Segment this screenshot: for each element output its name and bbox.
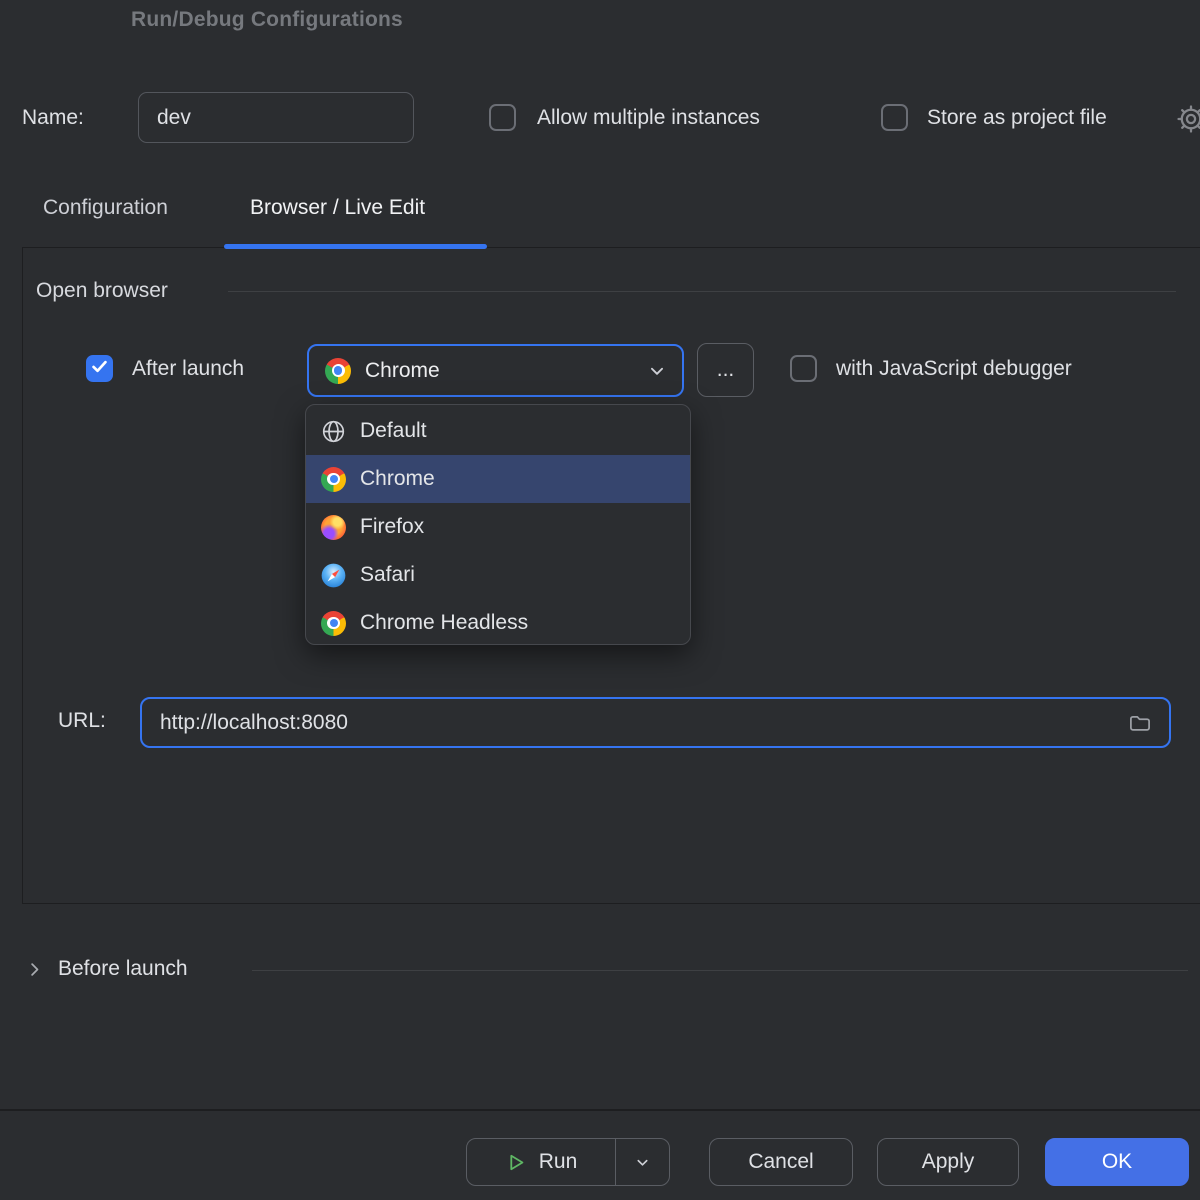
- name-label: Name:: [22, 106, 84, 130]
- after-launch-label[interactable]: After launch: [132, 357, 244, 381]
- run-button-label: Run: [539, 1150, 578, 1174]
- after-launch-checkbox[interactable]: [86, 355, 113, 382]
- run-split-button[interactable]: Run: [466, 1138, 670, 1186]
- url-label: URL:: [58, 709, 106, 733]
- safari-icon: [321, 563, 346, 588]
- dropdown-option-label: Chrome Headless: [360, 611, 528, 635]
- globe-icon: [321, 419, 346, 444]
- tab-browser-live-edit[interactable]: Browser / Live Edit: [250, 196, 425, 220]
- store-as-project-file-label[interactable]: Store as project file: [927, 106, 1107, 130]
- allow-multiple-instances-checkbox[interactable]: [489, 104, 516, 131]
- firefox-icon: [321, 515, 346, 540]
- run-button[interactable]: Run: [467, 1139, 615, 1185]
- play-icon: [505, 1152, 526, 1173]
- url-input[interactable]: [160, 711, 1127, 735]
- dialog-title: Run/Debug Configurations: [131, 8, 403, 32]
- active-tab-underline: [224, 244, 487, 249]
- gear-icon[interactable]: [1174, 102, 1200, 136]
- js-debugger-checkbox[interactable]: [790, 355, 817, 382]
- chevron-right-icon[interactable]: [25, 960, 44, 984]
- checkmark-icon: [90, 357, 109, 381]
- store-as-project-file-checkbox[interactable]: [881, 104, 908, 131]
- before-launch-divider: [252, 970, 1188, 971]
- chrome-icon: [321, 611, 346, 636]
- browser-select[interactable]: Chrome: [307, 344, 684, 397]
- tab-configuration[interactable]: Configuration: [43, 196, 168, 220]
- dropdown-option-label: Chrome: [360, 467, 435, 491]
- chrome-icon: [325, 358, 351, 384]
- dropdown-option-label: Safari: [360, 563, 415, 587]
- apply-button[interactable]: Apply: [877, 1138, 1019, 1186]
- name-input[interactable]: [138, 92, 414, 143]
- dropdown-option-firefox[interactable]: Firefox: [306, 503, 690, 551]
- dropdown-option-chrome-headless[interactable]: Chrome Headless: [306, 599, 690, 645]
- chrome-icon: [321, 467, 346, 492]
- dropdown-option-chrome[interactable]: Chrome: [306, 455, 690, 503]
- dropdown-option-safari[interactable]: Safari: [306, 551, 690, 599]
- ok-button[interactable]: OK: [1045, 1138, 1189, 1186]
- dropdown-option-default[interactable]: Default: [306, 407, 690, 455]
- run-options-arrow[interactable]: [616, 1139, 669, 1185]
- cancel-button[interactable]: Cancel: [709, 1138, 853, 1186]
- browse-more-button[interactable]: ...: [697, 343, 754, 397]
- allow-multiple-instances-label[interactable]: Allow multiple instances: [537, 106, 760, 130]
- url-input-wrap: [140, 697, 1171, 748]
- open-browser-section-label: Open browser: [36, 279, 168, 303]
- js-debugger-label[interactable]: with JavaScript debugger: [836, 357, 1072, 381]
- before-launch-label[interactable]: Before launch: [58, 957, 188, 981]
- browser-dropdown-popup: Default Chrome Firefox Safari Chrome Hea…: [305, 404, 691, 645]
- open-browser-section-divider: [228, 291, 1176, 292]
- dropdown-option-label: Default: [360, 419, 427, 443]
- folder-icon[interactable]: [1127, 710, 1153, 736]
- dropdown-option-label: Firefox: [360, 515, 424, 539]
- footer-divider: [0, 1109, 1200, 1111]
- chevron-down-icon: [648, 362, 666, 380]
- browser-select-value: Chrome: [365, 359, 634, 383]
